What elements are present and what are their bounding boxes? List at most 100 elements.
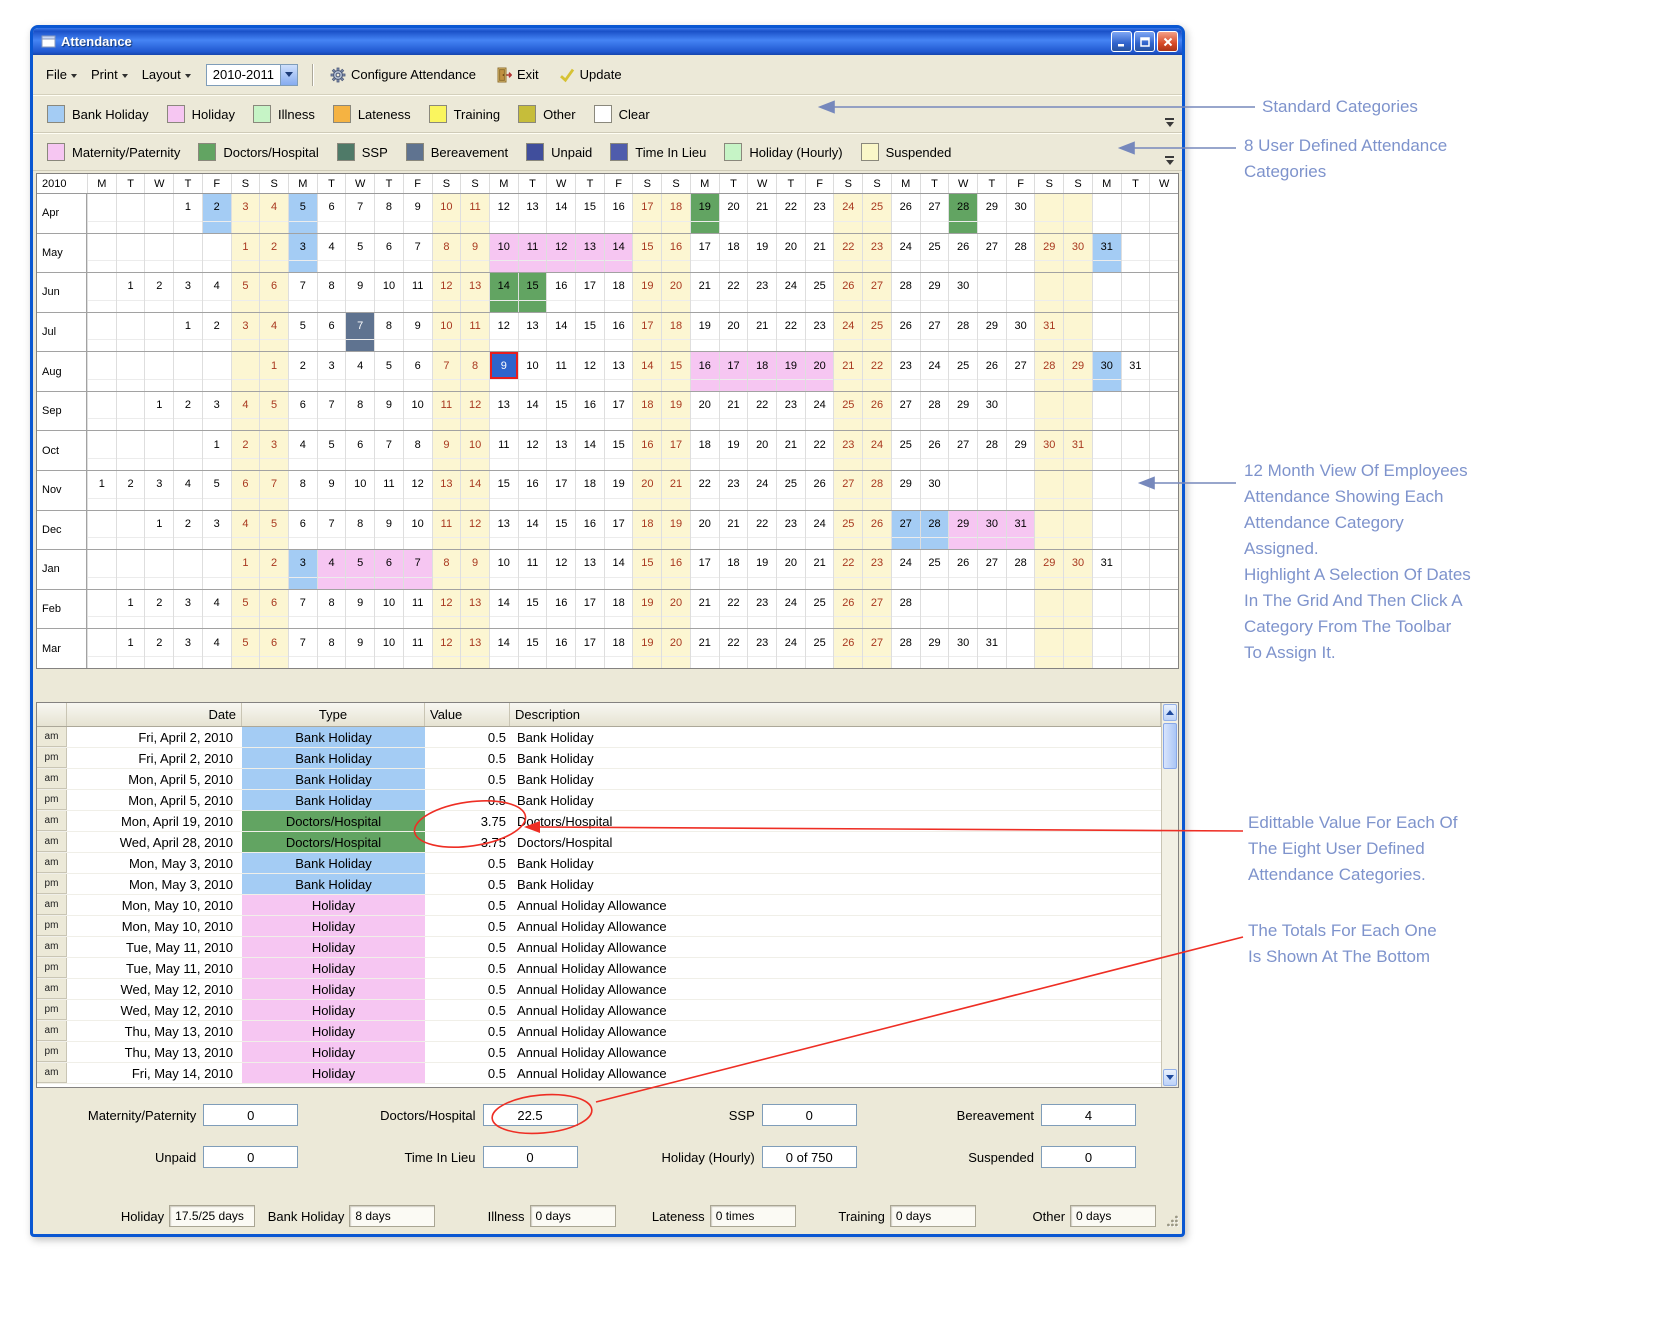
day-cell[interactable]: 17 (546, 471, 575, 510)
day-cell[interactable]: 23 (776, 392, 805, 431)
day-cell[interactable]: 13 (575, 550, 604, 589)
day-cell[interactable]: 24 (805, 392, 834, 431)
day-cell[interactable]: 4 (202, 590, 231, 629)
day-cell[interactable]: 15 (632, 550, 661, 589)
day-cell[interactable]: 13 (604, 352, 633, 391)
header-cell-description[interactable]: Description (510, 703, 1161, 726)
day-cell[interactable]: 29 (1034, 550, 1063, 589)
category-holiday-hourly[interactable]: Holiday (Hourly) (720, 140, 856, 164)
day-cell[interactable]: 26 (948, 550, 977, 589)
day-cell[interactable]: 5 (317, 431, 346, 470)
day-cell[interactable]: 9 (460, 550, 489, 589)
day-cell[interactable]: 6 (317, 313, 346, 352)
day-cell[interactable]: 4 (202, 273, 231, 312)
day-cell[interactable]: 25 (891, 431, 920, 470)
day-cell[interactable]: 18 (719, 234, 748, 273)
day-cell[interactable]: 29 (1034, 234, 1063, 273)
day-cell[interactable]: 23 (776, 511, 805, 550)
day-cell[interactable]: 16 (604, 313, 633, 352)
toolbar-overflow-icon[interactable] (1165, 156, 1174, 165)
table-row[interactable]: amWed, April 28, 2010Doctors/Hospital3.7… (37, 832, 1161, 853)
day-cell[interactable]: 3 (202, 511, 231, 550)
day-cell[interactable]: 24 (776, 590, 805, 629)
day-cell[interactable]: 11 (403, 273, 432, 312)
day-cell[interactable]: 31 (1006, 511, 1035, 550)
day-cell[interactable]: 28 (891, 629, 920, 668)
day-cell[interactable]: 4 (231, 392, 260, 431)
day-cell[interactable]: 19 (661, 392, 690, 431)
day-cell[interactable]: 1 (231, 234, 260, 273)
day-cell[interactable]: 8 (345, 392, 374, 431)
day-cell[interactable]: 14 (604, 550, 633, 589)
day-cell[interactable]: 25 (862, 313, 891, 352)
category-time-in-lieu[interactable]: Time In Lieu (606, 140, 720, 164)
day-cell[interactable]: 22 (719, 590, 748, 629)
category-suspended[interactable]: Suspended (857, 140, 966, 164)
day-cell[interactable]: 6 (374, 550, 403, 589)
day-cell[interactable]: 7 (288, 590, 317, 629)
day-cell[interactable]: 20 (776, 234, 805, 273)
day-cell[interactable]: 2 (202, 313, 231, 352)
day-cell[interactable]: 6 (259, 629, 288, 668)
day-cell[interactable]: 24 (862, 431, 891, 470)
day-cell[interactable]: 17 (719, 352, 748, 391)
day-cell[interactable]: 29 (920, 629, 949, 668)
day-cell[interactable]: 24 (747, 471, 776, 510)
day-cell[interactable]: 15 (546, 511, 575, 550)
resize-grip[interactable] (1165, 1213, 1179, 1232)
title-bar[interactable]: Attendance (33, 28, 1182, 55)
day-cell[interactable]: 27 (891, 392, 920, 431)
day-cell[interactable]: 1 (231, 550, 260, 589)
table-row[interactable]: amThu, May 13, 2010Holiday0.5Annual Holi… (37, 1021, 1161, 1042)
day-cell[interactable]: 9 (374, 392, 403, 431)
day-cell[interactable]: 29 (891, 471, 920, 510)
table-row[interactable]: amWed, May 12, 2010Holiday0.5Annual Holi… (37, 979, 1161, 1000)
day-cell[interactable]: 17 (575, 273, 604, 312)
day-cell[interactable]: 6 (288, 392, 317, 431)
day-cell[interactable]: 9 (345, 629, 374, 668)
day-cell[interactable]: 7 (259, 471, 288, 510)
day-cell[interactable]: 5 (288, 194, 317, 233)
day-cell[interactable]: 11 (489, 431, 518, 470)
day-cell[interactable]: 21 (690, 590, 719, 629)
day-cell[interactable]: 29 (920, 273, 949, 312)
day-cell[interactable]: 20 (661, 629, 690, 668)
day-cell[interactable]: 11 (432, 511, 461, 550)
day-cell[interactable]: 9 (432, 431, 461, 470)
day-cell[interactable]: 14 (546, 313, 575, 352)
menu-file[interactable]: File (39, 63, 84, 86)
day-cell[interactable]: 27 (862, 629, 891, 668)
day-cell[interactable]: 19 (632, 629, 661, 668)
day-cell[interactable]: 10 (518, 352, 547, 391)
day-cell[interactable]: 13 (460, 590, 489, 629)
day-cell[interactable]: 10 (460, 431, 489, 470)
day-cell[interactable]: 20 (776, 550, 805, 589)
day-cell[interactable]: 28 (1006, 550, 1035, 589)
day-cell[interactable]: 15 (546, 392, 575, 431)
day-cell[interactable]: 23 (833, 431, 862, 470)
day-cell[interactable]: 10 (345, 471, 374, 510)
day-cell[interactable]: 26 (862, 392, 891, 431)
category-holiday[interactable]: Holiday (163, 102, 249, 126)
day-cell[interactable]: 2 (116, 471, 145, 510)
table-row[interactable]: amFri, April 2, 2010Bank Holiday0.5Bank … (37, 727, 1161, 748)
table-row[interactable]: amMon, May 10, 2010Holiday0.5Annual Holi… (37, 895, 1161, 916)
day-cell[interactable]: 7 (374, 431, 403, 470)
day-cell[interactable]: 14 (575, 431, 604, 470)
table-row[interactable]: amTue, May 11, 2010Holiday0.5Annual Holi… (37, 937, 1161, 958)
day-cell[interactable]: 24 (891, 234, 920, 273)
table-row[interactable]: amMon, April 5, 2010Bank Holiday0.5Bank … (37, 769, 1161, 790)
day-cell[interactable]: 4 (202, 629, 231, 668)
toolbar-overflow-icon[interactable] (1165, 118, 1174, 127)
day-cell[interactable]: 17 (604, 392, 633, 431)
day-cell[interactable]: 3 (288, 234, 317, 273)
day-cell[interactable]: 25 (805, 629, 834, 668)
day-cell[interactable]: 7 (317, 511, 346, 550)
day-cell[interactable]: 29 (1063, 352, 1092, 391)
day-cell[interactable]: 9 (317, 471, 346, 510)
day-cell[interactable]: 5 (231, 629, 260, 668)
day-cell[interactable]: 11 (432, 392, 461, 431)
day-cell[interactable]: 5 (345, 550, 374, 589)
day-cell[interactable]: 31 (1092, 234, 1121, 273)
day-cell[interactable]: 18 (632, 392, 661, 431)
